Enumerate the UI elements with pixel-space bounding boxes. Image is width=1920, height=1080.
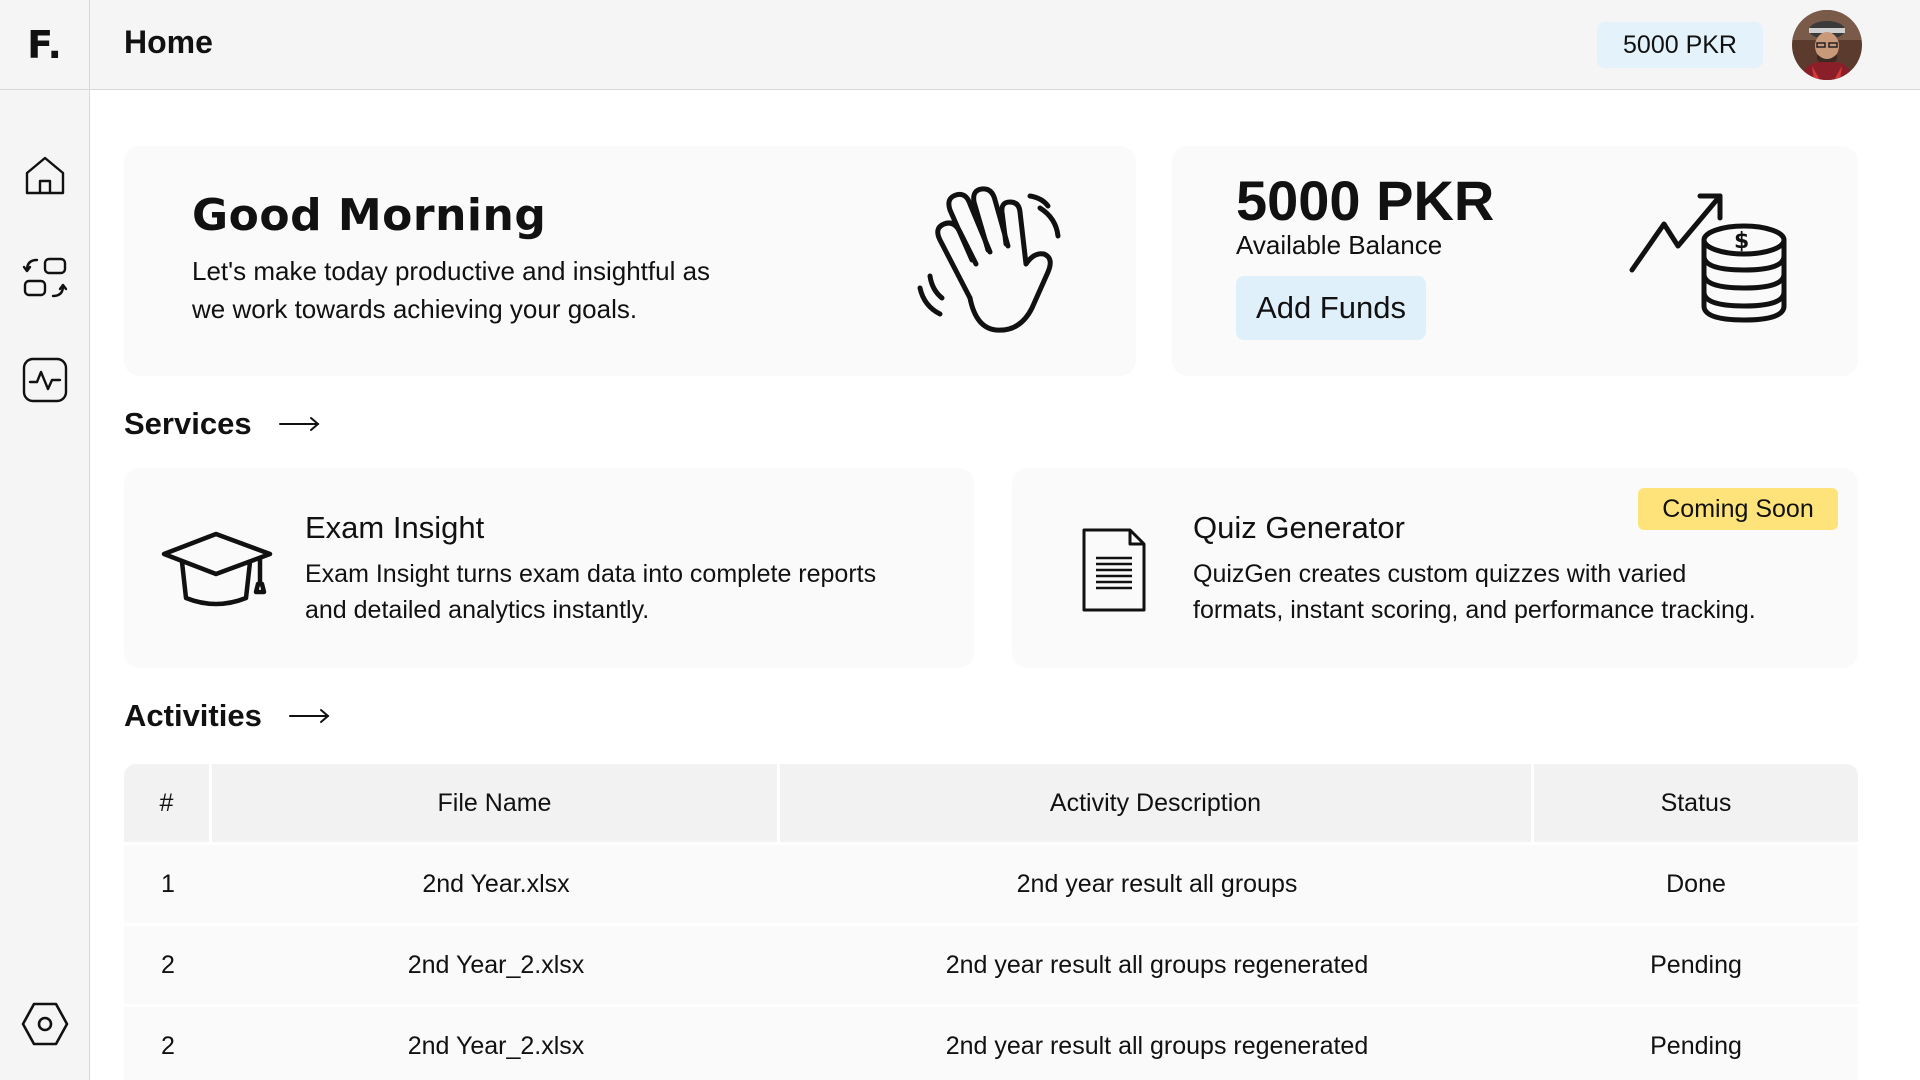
document-icon	[1080, 526, 1150, 619]
table-header-row: # File Name Activity Description Status	[124, 764, 1858, 842]
balance-pill[interactable]: 5000 PKR	[1597, 22, 1763, 68]
balance-amount: 5000 PKR	[1236, 169, 1495, 232]
row-number: 2	[161, 950, 175, 979]
activity-description: 2nd year result all groups	[1016, 869, 1298, 898]
file-name: 2nd Year_2.xlsx	[407, 1031, 585, 1060]
activity-icon[interactable]	[17, 352, 73, 408]
table-row[interactable]: 2 2nd Year_2.xlsx 2nd year result all gr…	[124, 926, 1858, 1004]
app-logo[interactable]: F.	[0, 0, 90, 90]
graduation-cap-icon	[160, 528, 276, 619]
exam-insight-card[interactable]: Exam Insight Exam Insight turns exam dat…	[124, 468, 974, 668]
add-funds-button[interactable]: Add Funds	[1236, 276, 1426, 340]
table-row[interactable]: 1 2nd Year.xlsx 2nd year result all grou…	[124, 845, 1858, 923]
status: Pending	[1650, 950, 1742, 979]
quiz-generator-title: Quiz Generator	[1193, 510, 1405, 545]
arrow-right-icon[interactable]	[278, 414, 322, 434]
column-header[interactable]: File Name	[212, 764, 780, 842]
column-header[interactable]: Activity Description	[780, 764, 1534, 842]
waving-hand-icon	[910, 180, 1080, 345]
status: Done	[1666, 869, 1726, 898]
activity-description: 2nd year result all groups regenerated	[945, 1031, 1369, 1060]
arrow-right-icon[interactable]	[288, 706, 332, 726]
exam-insight-line-1: Exam Insight turns exam data into comple…	[305, 560, 877, 588]
top-bar: F. Home 5000 PKR	[0, 0, 1920, 90]
settings-icon[interactable]	[17, 996, 73, 1052]
quiz-generator-description: QuizGen creates custom quizzes with vari…	[1193, 556, 1756, 628]
row-number: 1	[161, 869, 175, 898]
exam-insight-line-2: and detailed analytics instantly.	[305, 596, 650, 624]
exam-insight-description: Exam Insight turns exam data into comple…	[305, 556, 876, 628]
status: Pending	[1650, 1031, 1742, 1060]
column-header[interactable]: Status	[1534, 764, 1858, 842]
column-header[interactable]: #	[124, 764, 212, 842]
exam-insight-title: Exam Insight	[305, 510, 485, 545]
avatar[interactable]	[1792, 10, 1862, 80]
file-name: 2nd Year_2.xlsx	[407, 950, 585, 979]
sidebar	[0, 90, 90, 1080]
activity-description: 2nd year result all groups regenerated	[945, 950, 1369, 979]
greeting-title: Good Morning	[192, 190, 547, 241]
activities-table: # File Name Activity Description Status …	[124, 764, 1858, 1080]
home-icon[interactable]	[17, 147, 73, 203]
activities-heading[interactable]: Activities	[124, 698, 332, 734]
page-title: Home	[124, 24, 213, 60]
balance-label: Available Balance	[1236, 230, 1443, 260]
coming-soon-badge: Coming Soon	[1638, 488, 1838, 530]
svg-text:$: $	[1734, 229, 1749, 254]
quiz-generator-line-1: QuizGen creates custom quizzes with vari…	[1193, 560, 1687, 588]
greeting-line-2: we work towards achieving your goals.	[192, 294, 638, 324]
row-number: 2	[161, 1031, 175, 1060]
balance-card: 5000 PKR Available Balance Add Funds $	[1172, 146, 1858, 376]
quiz-generator-line-2: formats, instant scoring, and performanc…	[1193, 596, 1756, 624]
greeting-card: Good Morning Let's make today productive…	[124, 146, 1136, 376]
money-growth-icon: $	[1628, 190, 1788, 335]
activities-title: Activities	[124, 698, 262, 733]
services-heading[interactable]: Services	[124, 406, 322, 442]
services-title: Services	[124, 406, 252, 441]
greeting-line-1: Let's make today productive and insightf…	[192, 256, 711, 286]
file-name: 2nd Year.xlsx	[422, 869, 570, 898]
switch-apps-icon[interactable]	[17, 250, 73, 306]
table-row[interactable]: 2 2nd Year_2.xlsx 2nd year result all gr…	[124, 1007, 1858, 1080]
greeting-text: Let's make today productive and insightf…	[192, 252, 792, 328]
